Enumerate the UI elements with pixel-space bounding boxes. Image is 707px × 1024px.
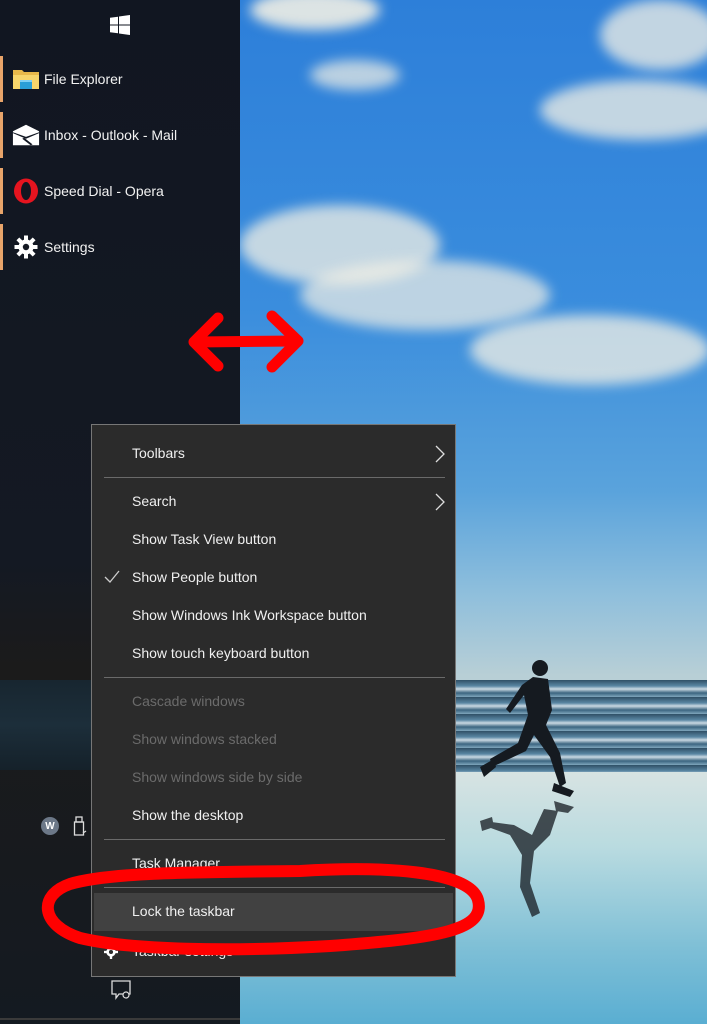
menu-item-show-windows-stacked: Show windows stacked xyxy=(132,731,277,747)
menu-item-lock-taskbar[interactable]: Lock the taskbar xyxy=(94,893,453,931)
tray-app-w-icon[interactable]: W xyxy=(41,817,59,835)
menu-item-search[interactable]: Search xyxy=(92,483,455,521)
running-indicator xyxy=(0,112,3,158)
gear-icon xyxy=(14,235,38,259)
menu-item-show-touch-keyboard-button[interactable]: Show touch keyboard button xyxy=(92,635,455,673)
action-center-icon[interactable] xyxy=(111,980,131,1000)
chevron-right-icon xyxy=(435,493,445,511)
taskbar-item-label: Speed Dial - Opera xyxy=(44,183,164,199)
menu-item-taskbar-settings[interactable]: Taskbar settings xyxy=(92,933,455,971)
chevron-right-icon xyxy=(435,445,445,463)
start-button[interactable] xyxy=(107,12,133,38)
running-indicator xyxy=(0,168,3,214)
windows-logo-icon xyxy=(110,15,130,35)
taskbar-item-settings[interactable]: Settings xyxy=(0,224,240,270)
usb-drive-icon[interactable] xyxy=(73,816,87,836)
menu-separator xyxy=(104,677,445,678)
gear-icon xyxy=(104,945,118,959)
menu-item-show-task-view-button[interactable]: Show Task View button xyxy=(92,521,455,559)
menu-item-task-manager[interactable]: Task Manager xyxy=(92,845,455,883)
menu-separator xyxy=(104,477,445,478)
taskbar-context-menu: Toolbars Search Show Task View button Sh… xyxy=(91,424,456,977)
opera-icon xyxy=(14,178,38,204)
taskbar-item-file-explorer[interactable]: File Explorer xyxy=(0,56,240,102)
menu-item-show-people-button[interactable]: Show People button xyxy=(92,559,455,597)
taskbar-item-label: File Explorer xyxy=(44,71,123,87)
mail-icon xyxy=(12,124,40,146)
menu-item-show-desktop[interactable]: Show the desktop xyxy=(92,797,455,835)
running-indicator xyxy=(0,56,3,102)
taskbar-edge xyxy=(0,1018,240,1020)
menu-item-show-ink-workspace-button[interactable]: Show Windows Ink Workspace button xyxy=(92,597,455,635)
taskbar-item-label: Inbox - Outlook - Mail xyxy=(44,127,178,143)
menu-separator xyxy=(104,887,445,888)
menu-separator xyxy=(104,839,445,840)
checkmark-icon xyxy=(104,570,120,583)
taskbar-item-opera[interactable]: Speed Dial - Opera xyxy=(0,168,240,214)
menu-item-toolbars[interactable]: Toolbars xyxy=(92,435,455,473)
runner-silhouette xyxy=(480,660,574,917)
taskbar-item-label: Settings xyxy=(44,239,95,255)
folder-icon xyxy=(13,70,39,89)
running-indicator xyxy=(0,224,3,270)
taskbar-item-mail[interactable]: Inbox - Outlook - Mail xyxy=(0,112,240,158)
menu-item-show-windows-side-by-side: Show windows side by side xyxy=(132,769,303,785)
menu-item-cascade-windows: Cascade windows xyxy=(132,693,245,709)
